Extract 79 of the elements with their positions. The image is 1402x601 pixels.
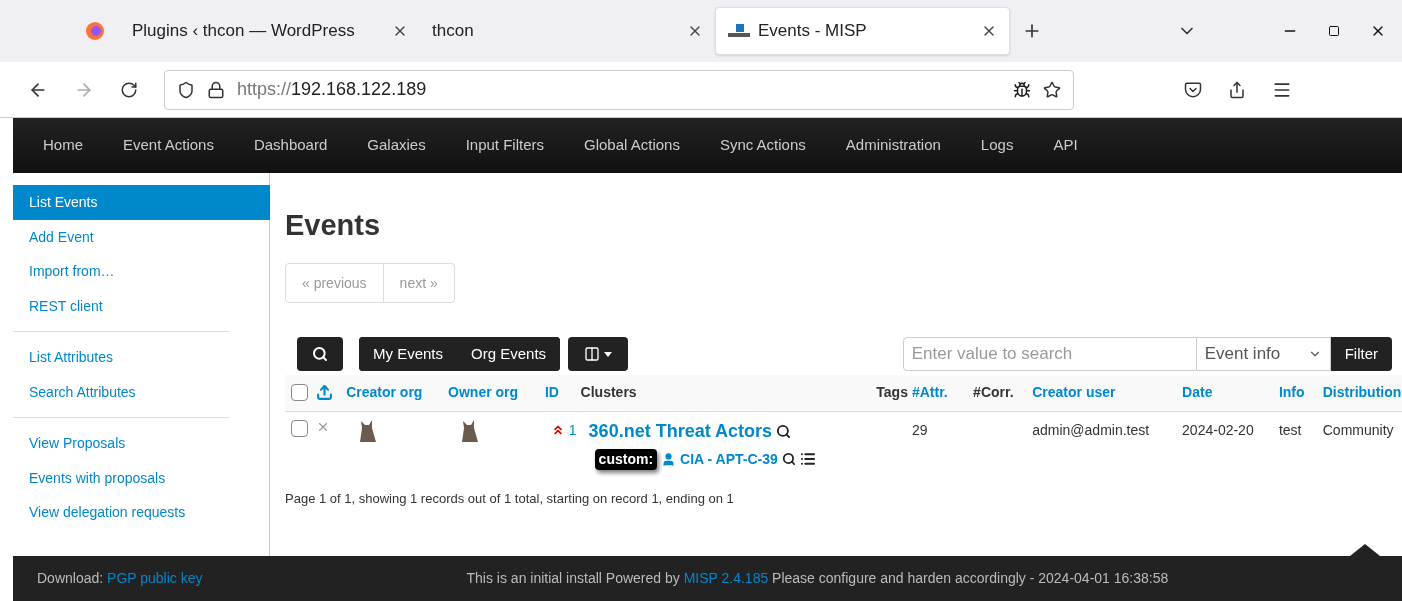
column-header[interactable]: #Attr.	[911, 384, 948, 401]
pocket-icon[interactable]	[1184, 80, 1202, 99]
row-checkbox[interactable]	[291, 419, 308, 437]
search-input[interactable]: Enter value to search	[902, 337, 1197, 371]
attribute-count: 29	[911, 421, 928, 438]
search-icon	[312, 346, 328, 362]
creator-user-cell: admin@admin.test	[1032, 421, 1150, 438]
columns-icon	[584, 346, 601, 362]
address-bar[interactable]: https://192.168.122.189	[164, 69, 1074, 110]
column-header[interactable]: Owner org	[448, 384, 519, 401]
share-icon[interactable]	[1228, 80, 1246, 99]
cluster-link[interactable]: 360.net Threat Actors	[588, 417, 772, 445]
sidebar-link[interactable]: REST client	[13, 288, 269, 323]
tag-tooltip: custom:	[594, 448, 658, 470]
shield-icon[interactable]	[177, 80, 195, 99]
nav-link[interactable]: Dashboard	[253, 134, 328, 157]
info-cell: test	[1278, 421, 1302, 438]
column-header: Tags	[876, 383, 909, 403]
bug-icon[interactable]	[1013, 80, 1031, 99]
sidebar-link[interactable]: Add Event	[13, 219, 269, 254]
browser-tab[interactable]: thcon	[420, 7, 715, 55]
sidebar-link[interactable]: Search Attributes	[13, 374, 229, 409]
column-header: #Corr.	[973, 384, 1014, 401]
browser-tab[interactable]: Events - MISP	[715, 7, 1010, 55]
sidebar-link[interactable]: List Events	[13, 185, 270, 220]
reload-icon[interactable]	[120, 80, 138, 99]
search-icon[interactable]	[776, 423, 791, 439]
misp-version-link[interactable]: MISP 2.4.185	[683, 570, 769, 586]
pagination-summary: Page 1 of 1, showing 1 records out of 1 total, starting on record 1, ending on 1	[285, 490, 735, 508]
tab-title: Events - MISP	[758, 20, 868, 43]
search-icon[interactable]	[781, 452, 796, 466]
nav-link[interactable]: Galaxies	[367, 134, 426, 157]
column-header[interactable]: ID	[544, 384, 559, 401]
select-all-checkbox[interactable]	[291, 384, 308, 402]
nav-link[interactable]: Home	[43, 134, 83, 157]
url-text: https://192.168.122.189	[237, 78, 428, 101]
nav-link[interactable]: API	[1053, 134, 1078, 157]
browser-tab[interactable]: Plugins ‹ thcon — WordPress	[120, 7, 420, 55]
pgp-key-link[interactable]: PGP public key	[107, 570, 203, 586]
nav-link[interactable]: Logs	[980, 134, 1014, 157]
date-cell: 2024-02-20	[1182, 421, 1254, 438]
sidebar-link[interactable]: Events with proposals	[13, 460, 229, 495]
sidebar-link[interactable]: Import from…	[13, 254, 269, 289]
maximize-icon[interactable]	[1328, 25, 1340, 37]
user-icon	[661, 451, 677, 467]
list-icon[interactable]	[799, 451, 816, 467]
scroll-top-icon[interactable]	[1350, 544, 1380, 556]
nav-link[interactable]: Event Actions	[123, 134, 214, 157]
nav-link[interactable]: Sync Actions	[719, 134, 806, 157]
columns-dropdown-button[interactable]	[568, 337, 629, 371]
download-text: Download: PGP public key	[37, 569, 203, 588]
firefox-logo-icon[interactable]	[85, 21, 105, 41]
column-header[interactable]: Distribution	[1322, 384, 1402, 401]
nav-link[interactable]: Input Filters	[465, 134, 545, 157]
tab-title: Plugins ‹ thcon — WordPress	[132, 20, 356, 43]
column-header[interactable]: Creator org	[346, 384, 423, 401]
caret-icon	[604, 351, 613, 357]
misp-logo-icon	[728, 24, 750, 38]
sidebar-link[interactable]: View delegation requests	[13, 495, 229, 530]
column-header[interactable]: Creator user	[1032, 384, 1116, 401]
cluster-tag-link[interactable]: CIA - APT-C-39	[680, 448, 778, 470]
bookmark-star-icon[interactable]	[1043, 80, 1061, 99]
column-header: Clusters	[580, 384, 637, 401]
published-icon[interactable]	[315, 384, 333, 402]
sidebar-link[interactable]: List Attributes	[13, 340, 229, 375]
install-notice: This is an initial install Powered by MISP 2.4.185 Please configure and harden accordingly - 2024-04-01 16:38:58	[466, 569, 1169, 588]
column-header[interactable]: Date	[1182, 384, 1213, 401]
lock-icon[interactable]	[207, 80, 225, 99]
distribution-cell: Community	[1322, 421, 1394, 438]
nav-link[interactable]: Global Actions	[584, 134, 680, 157]
search-button[interactable]	[297, 337, 343, 371]
filter-button[interactable]: Filter	[1330, 337, 1392, 371]
column-header[interactable]: Info	[1278, 384, 1305, 401]
tab-title: thcon	[432, 20, 475, 43]
event-id-link[interactable]: 1	[568, 419, 577, 441]
sidebar-link[interactable]: View Proposals	[13, 426, 229, 461]
page-title: Events	[285, 208, 382, 243]
search-field-select[interactable]: Event info	[1196, 337, 1331, 371]
nav-link[interactable]: Administration	[845, 134, 941, 157]
